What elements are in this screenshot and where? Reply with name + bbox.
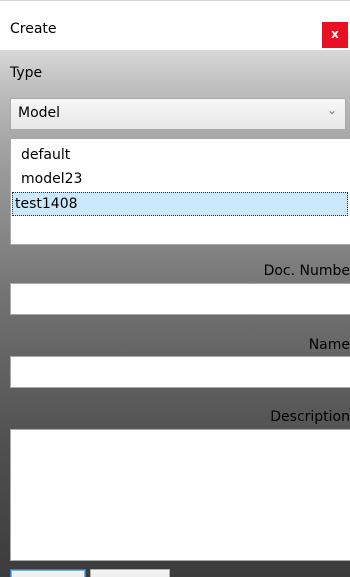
- type-label: Type: [10, 65, 43, 81]
- close-icon[interactable]: x: [322, 22, 348, 48]
- type-dropdown-value: Model: [18, 105, 61, 121]
- chevron-down-icon: ⌄: [326, 103, 337, 117]
- name-label: Name: [308, 337, 350, 353]
- list-item[interactable]: default: [12, 143, 348, 167]
- doc-number-label: Doc. Numbe: [263, 263, 350, 279]
- model-listbox[interactable]: default model23 test1408: [10, 138, 350, 245]
- ok-button[interactable]: OK: [10, 569, 86, 577]
- list-item-selected[interactable]: test1408: [12, 192, 348, 216]
- description-label: Description: [270, 409, 350, 425]
- name-field[interactable]: [10, 356, 350, 388]
- dialog-body: Type Model ⌄ default model23 test1408 Do…: [0, 50, 350, 577]
- description-field[interactable]: [10, 429, 350, 561]
- doc-number-field[interactable]: [10, 283, 350, 315]
- title-bar[interactable]: Create x: [0, 0, 350, 50]
- type-dropdown[interactable]: Model ⌄: [10, 98, 346, 130]
- cancel-button[interactable]: Cancel: [90, 569, 170, 577]
- create-dialog: Create x Type Model ⌄ default model23 te…: [0, 0, 350, 577]
- list-item[interactable]: model23: [12, 167, 348, 191]
- window-title: Create: [10, 21, 57, 37]
